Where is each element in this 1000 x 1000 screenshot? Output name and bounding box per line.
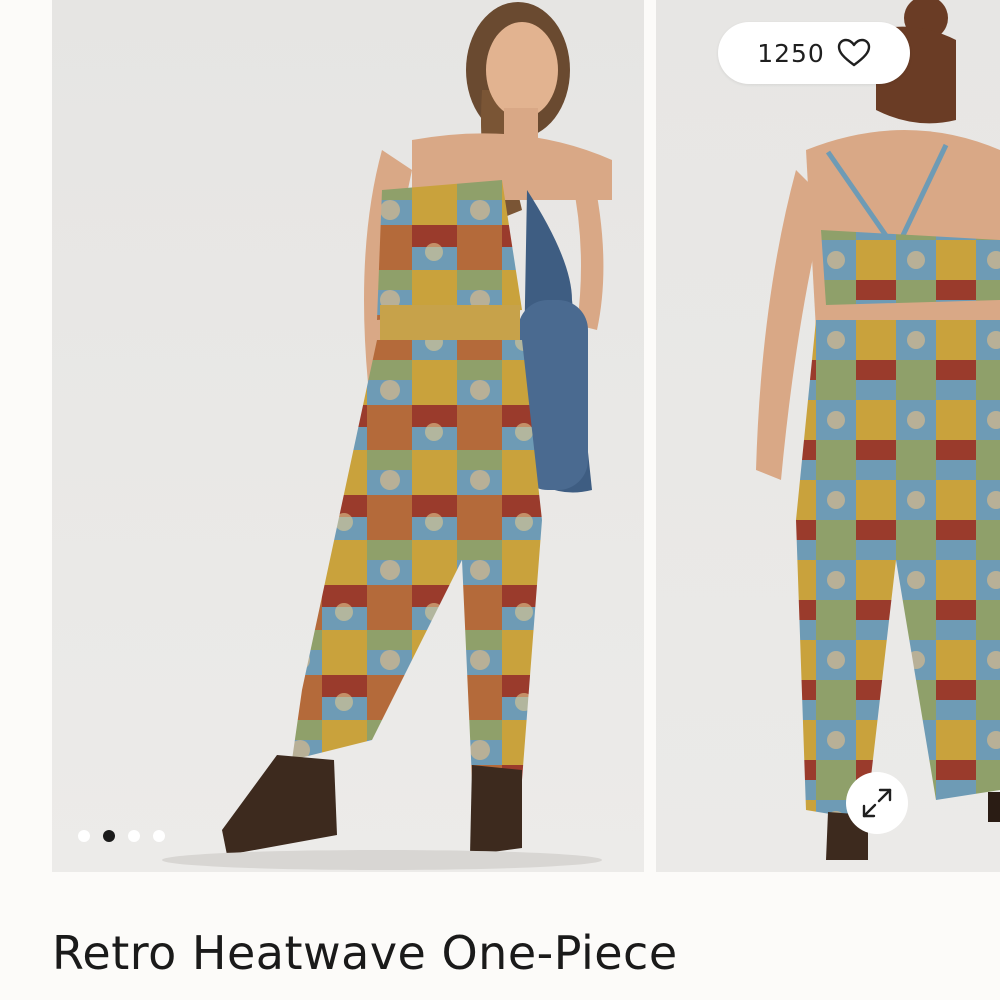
pagination-dot[interactable] [153,830,165,842]
pagination-dot-active[interactable] [103,830,115,842]
product-image-gallery[interactable]: 1250 [52,0,1000,872]
pagination-dot[interactable] [128,830,140,842]
gallery-pagination [78,830,165,842]
like-count: 1250 [757,38,825,68]
expand-arrows-icon [862,788,892,818]
model-back-illustration [656,0,1000,872]
product-image-back[interactable] [656,0,1000,872]
heart-outline-icon [837,38,871,67]
pagination-dot[interactable] [78,830,90,842]
like-button[interactable]: 1250 [718,22,910,84]
product-image-front[interactable] [52,0,644,872]
model-front-illustration [52,0,644,872]
product-page: 1250 Retro Heatwave One-Piece [0,0,1000,1000]
product-title: Retro Heatwave One-Piece [52,926,678,980]
expand-image-button[interactable] [846,772,908,834]
